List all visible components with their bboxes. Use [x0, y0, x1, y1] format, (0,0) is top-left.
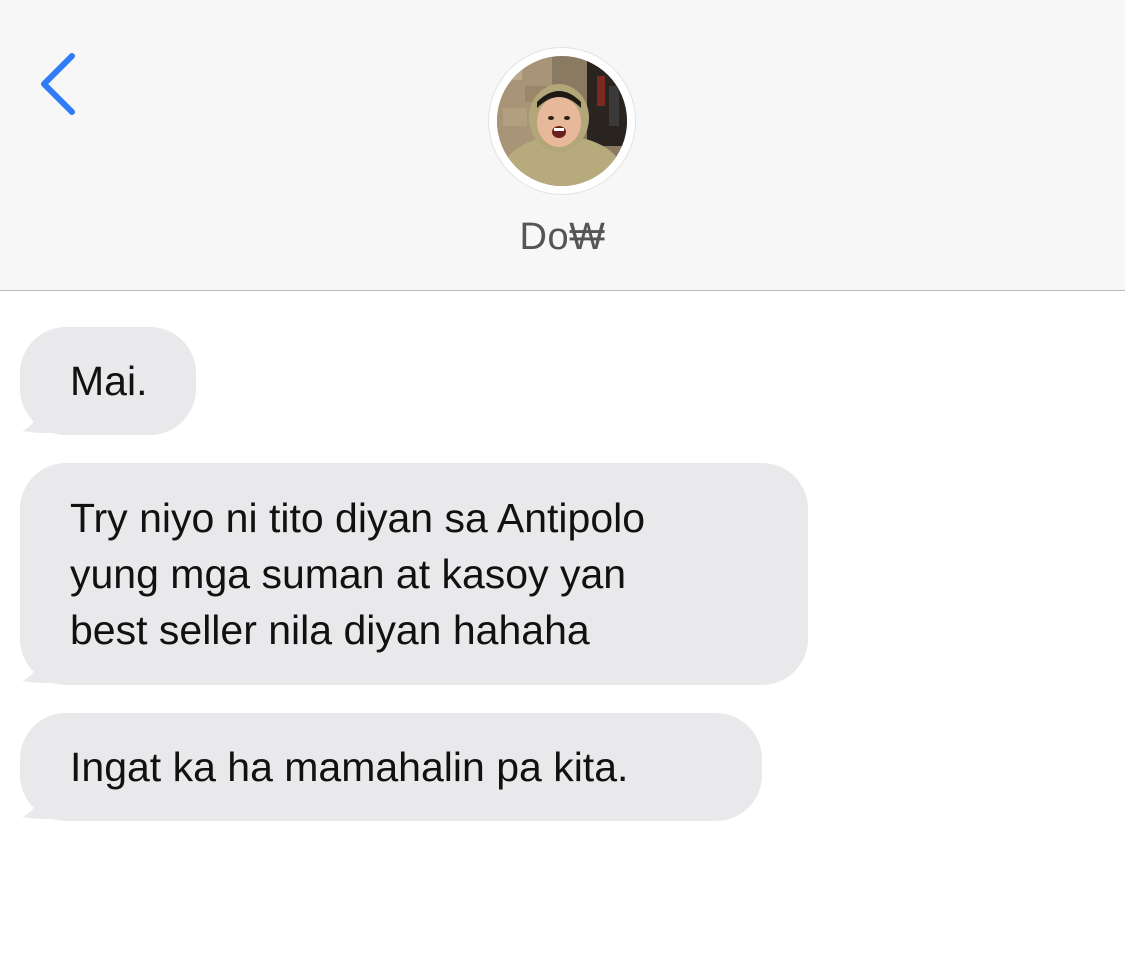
- message-row: Try niyo ni tito diyan sa Antipolo yung …: [20, 463, 808, 685]
- message-bubble[interactable]: Mai.: [20, 327, 196, 435]
- messages-screen: Do₩ Mai. Try niyo ni tito diyan sa Antip…: [0, 0, 1125, 959]
- message-bubble[interactable]: Ingat ka ha mamahalin pa kita.: [20, 713, 762, 821]
- message-line: yung mga suman at kasoy yan: [70, 551, 627, 597]
- contact-photo: [497, 56, 627, 186]
- message-text: Mai.: [70, 358, 148, 404]
- message-text: Ingat ka ha mamahalin pa kita.: [70, 744, 629, 790]
- avatar[interactable]: [497, 56, 627, 186]
- message-bubble[interactable]: Try niyo ni tito diyan sa Antipolo yung …: [20, 463, 808, 685]
- chevron-left-icon: [41, 53, 75, 115]
- back-button[interactable]: [28, 44, 92, 124]
- contact-name[interactable]: Do₩: [0, 216, 1125, 259]
- message-line: best seller nila diyan hahaha: [70, 607, 590, 653]
- conversation-header: Do₩: [0, 0, 1125, 291]
- message-line: Try niyo ni tito diyan sa Antipolo: [70, 495, 646, 541]
- message-row: Ingat ka ha mamahalin pa kita.: [20, 713, 762, 821]
- message-row: Mai.: [20, 327, 196, 435]
